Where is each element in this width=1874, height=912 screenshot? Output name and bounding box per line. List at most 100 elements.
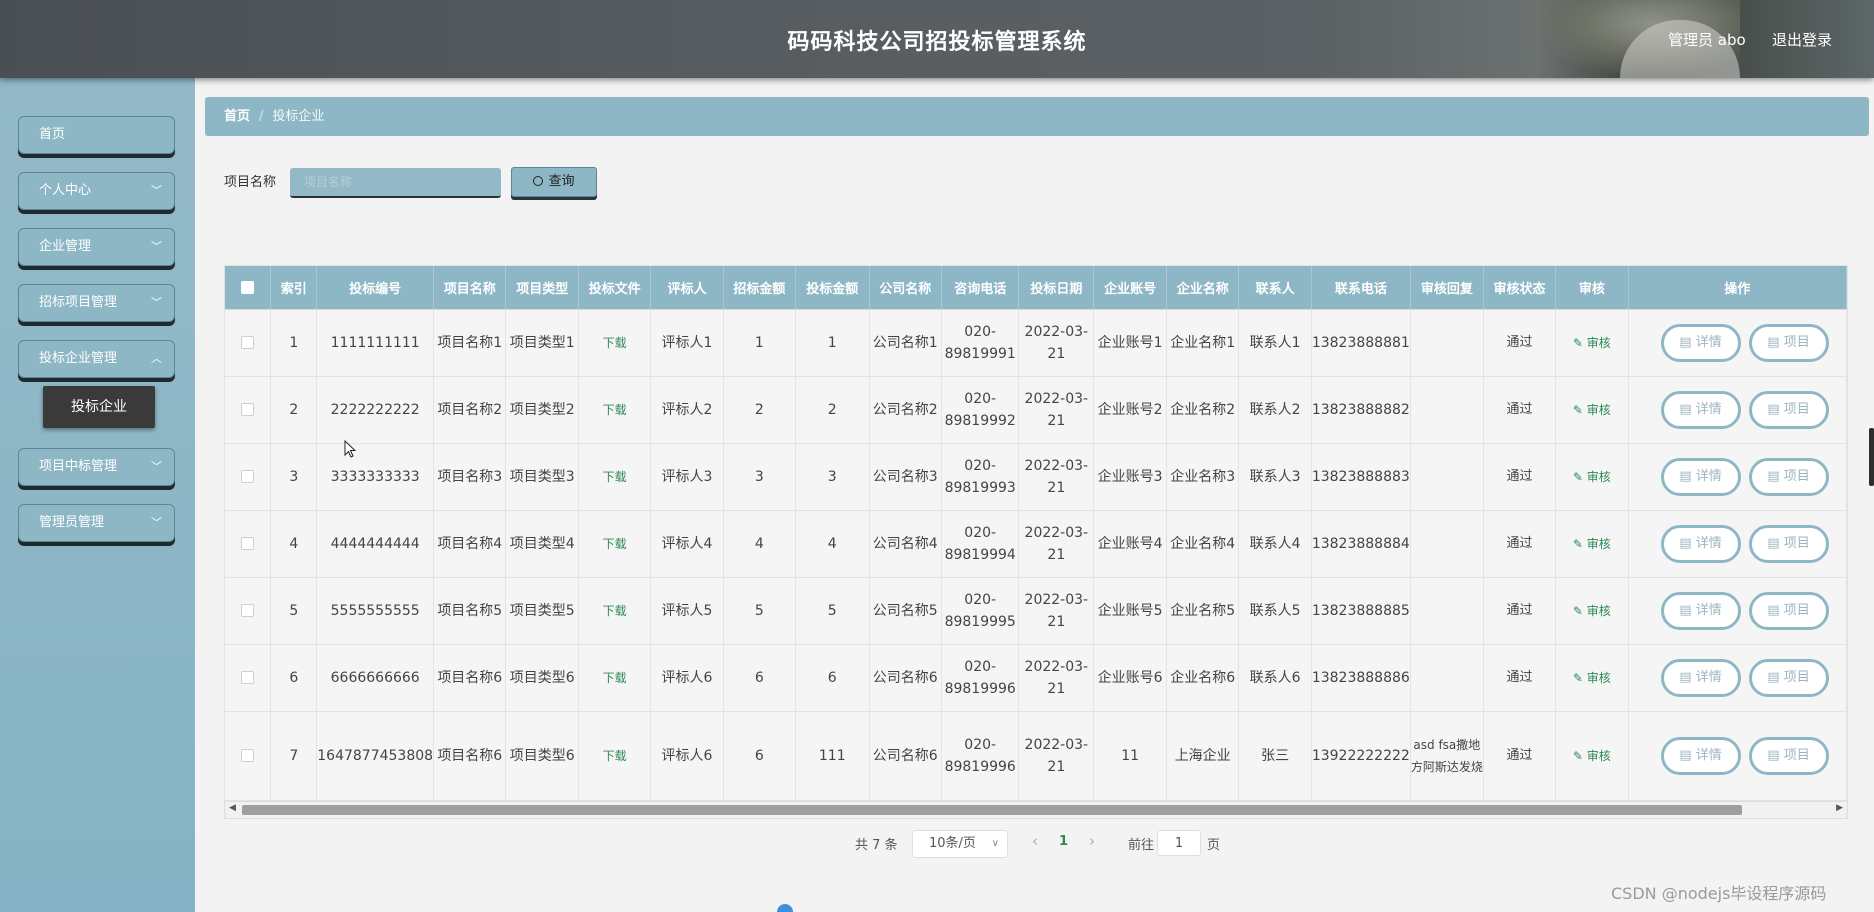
download-link[interactable]: 下载 bbox=[603, 749, 627, 763]
project-button[interactable]: ▤ 项目 bbox=[1748, 457, 1829, 496]
prev-page-icon[interactable]: ‹ bbox=[1032, 832, 1038, 850]
scroll-right-icon[interactable]: ▶ bbox=[1836, 803, 1843, 813]
sidebar-item-enterprise[interactable]: 企业管理 ﹀ bbox=[18, 228, 175, 266]
cell-bid-amount: 2 bbox=[795, 376, 870, 444]
detail-button[interactable]: ▤ 详情 bbox=[1660, 736, 1741, 775]
next-page-icon[interactable]: › bbox=[1089, 832, 1095, 850]
cell-contact: 联系人1 bbox=[1238, 309, 1312, 377]
download-link[interactable]: 下载 bbox=[603, 470, 627, 484]
select-all-checkbox[interactable] bbox=[241, 280, 255, 294]
cell-project-type: 项目类型6 bbox=[505, 711, 579, 800]
cell-text: 企业账号4 bbox=[1097, 535, 1163, 552]
cell-contact-phone: 13823888881 bbox=[1311, 309, 1411, 377]
audit-button[interactable]: ✎ 审核 bbox=[1573, 470, 1611, 484]
audit-button[interactable]: ✎ 审核 bbox=[1573, 537, 1611, 551]
project-button[interactable]: ▤ 项目 bbox=[1748, 736, 1829, 775]
search-button[interactable]: 查询 bbox=[511, 167, 597, 197]
audit-button[interactable]: ✎ 审核 bbox=[1573, 336, 1611, 350]
cell-audit: ✎ 审核 bbox=[1555, 711, 1629, 800]
project-button[interactable]: ▤ 项目 bbox=[1748, 390, 1829, 429]
cell-operations: ▤ 详情 ▤ 项目 bbox=[1628, 510, 1847, 578]
cell-text: 3 bbox=[289, 468, 299, 485]
column-header-audit-status: 审核状态 bbox=[1483, 266, 1557, 310]
download-link[interactable]: 下载 bbox=[603, 403, 627, 417]
cell-judge: 评标人6 bbox=[650, 711, 724, 800]
detail-button[interactable]: ▤ 详情 bbox=[1660, 390, 1741, 429]
sidebar-item-winning-bid[interactable]: 项目中标管理 ﹀ bbox=[18, 448, 175, 486]
scrollbar-thumb[interactable] bbox=[242, 805, 1742, 815]
cell-bid-amount: 111 bbox=[795, 711, 870, 800]
cell-contact-phone: 13922222222 bbox=[1311, 711, 1411, 800]
audit-button[interactable]: ✎ 审核 bbox=[1573, 749, 1611, 763]
project-button[interactable]: ▤ 项目 bbox=[1748, 658, 1829, 697]
cell-project-name: 项目名称3 bbox=[433, 443, 507, 511]
cell-text: 6 bbox=[754, 669, 764, 686]
cell-text: 企业名称6 bbox=[1170, 669, 1236, 686]
row-checkbox[interactable] bbox=[241, 537, 255, 550]
detail-button[interactable]: ▤ 详情 bbox=[1660, 658, 1741, 697]
project-name-search-input[interactable] bbox=[290, 168, 501, 198]
cell-bid-date: 2022-03-21 bbox=[1018, 443, 1095, 511]
cell-index: 3 bbox=[270, 443, 318, 511]
logout-link[interactable]: 退出登录 bbox=[1772, 29, 1832, 50]
goto-page-input[interactable] bbox=[1157, 830, 1201, 856]
download-link[interactable]: 下载 bbox=[603, 336, 627, 350]
project-button[interactable]: ▤ 项目 bbox=[1748, 524, 1829, 563]
floating-dot[interactable] bbox=[777, 904, 793, 912]
sidebar-item-home[interactable]: 首页 bbox=[18, 116, 175, 154]
cell-text: 企业账号6 bbox=[1097, 669, 1163, 686]
audit-button[interactable]: ✎ 审核 bbox=[1573, 403, 1611, 417]
cell-text: 6666666666 bbox=[330, 669, 420, 686]
cell-bid-no: 1111111111 bbox=[316, 309, 435, 377]
project-button[interactable]: ▤ 项目 bbox=[1748, 591, 1829, 630]
cell-project-name: 项目名称6 bbox=[433, 711, 507, 800]
detail-button[interactable]: ▤ 详情 bbox=[1660, 591, 1741, 630]
audit-button[interactable]: ✎ 审核 bbox=[1573, 671, 1611, 685]
page-size-select[interactable]: 10条/页 ∨ bbox=[912, 830, 1008, 858]
cell-company-name: 公司名称3 bbox=[869, 443, 942, 511]
project-button[interactable]: ▤ 项目 bbox=[1748, 323, 1829, 362]
cell-bid-amount: 5 bbox=[795, 577, 870, 645]
cell-text: 企业名称4 bbox=[1170, 535, 1236, 552]
breadcrumb-home[interactable]: 首页 bbox=[224, 109, 250, 124]
detail-button[interactable]: ▤ 详情 bbox=[1660, 524, 1741, 563]
row-checkbox[interactable] bbox=[241, 336, 255, 349]
row-checkbox[interactable] bbox=[241, 403, 255, 416]
sidebar-subitem-bid-enterprise[interactable]: 投标企业 bbox=[43, 386, 155, 428]
audit-button[interactable]: ✎ 审核 bbox=[1573, 604, 1611, 618]
cell-bid-date: 2022-03-21 bbox=[1018, 577, 1095, 645]
column-header-contact: 联系人 bbox=[1238, 266, 1312, 310]
cell-text: 联系人2 bbox=[1249, 401, 1301, 418]
detail-button[interactable]: ▤ 详情 bbox=[1660, 457, 1741, 496]
sidebar-item-tender-projects[interactable]: 招标项目管理 ﹀ bbox=[18, 284, 175, 322]
row-select-cell bbox=[225, 711, 272, 800]
scroll-left-icon[interactable]: ◀ bbox=[229, 803, 236, 813]
audit-label: 审核 bbox=[1586, 469, 1611, 484]
cell-enterprise-account: 企业账号2 bbox=[1093, 376, 1167, 444]
cell-tender-amount: 2 bbox=[723, 376, 796, 444]
sidebar-item-admin[interactable]: 管理员管理 ﹀ bbox=[18, 504, 175, 542]
cell-audit-status: 通过 bbox=[1483, 443, 1557, 511]
sidebar-item-bid-enterprise[interactable]: 投标企业管理 ︿ bbox=[18, 340, 175, 378]
row-checkbox[interactable] bbox=[241, 749, 255, 762]
cell-text: 4 bbox=[754, 535, 764, 552]
row-checkbox[interactable] bbox=[241, 470, 255, 483]
cell-project-type: 项目类型5 bbox=[505, 577, 579, 645]
cell-tender-amount: 4 bbox=[723, 510, 796, 578]
side-scroll-handle[interactable] bbox=[1869, 428, 1874, 486]
column-header-tender-amount: 招标金额 bbox=[723, 266, 796, 310]
cell-text: 项目名称2 bbox=[437, 401, 503, 418]
detail-button[interactable]: ▤ 详情 bbox=[1660, 323, 1741, 362]
download-link[interactable]: 下载 bbox=[603, 604, 627, 618]
download-link[interactable]: 下载 bbox=[603, 537, 627, 551]
audit-label: 审核 bbox=[1586, 603, 1611, 618]
cell-contact: 联系人6 bbox=[1238, 644, 1312, 712]
row-select-cell bbox=[225, 443, 272, 511]
row-checkbox[interactable] bbox=[241, 671, 255, 684]
sidebar-item-personal-center[interactable]: 个人中心 ﹀ bbox=[18, 172, 175, 210]
download-link[interactable]: 下载 bbox=[603, 671, 627, 685]
horizontal-scrollbar[interactable]: ◀ ▶ bbox=[224, 801, 1848, 819]
page-number-current[interactable]: 1 bbox=[1059, 834, 1068, 849]
row-checkbox[interactable] bbox=[241, 604, 255, 617]
column-header-company-name: 公司名称 bbox=[869, 266, 942, 310]
